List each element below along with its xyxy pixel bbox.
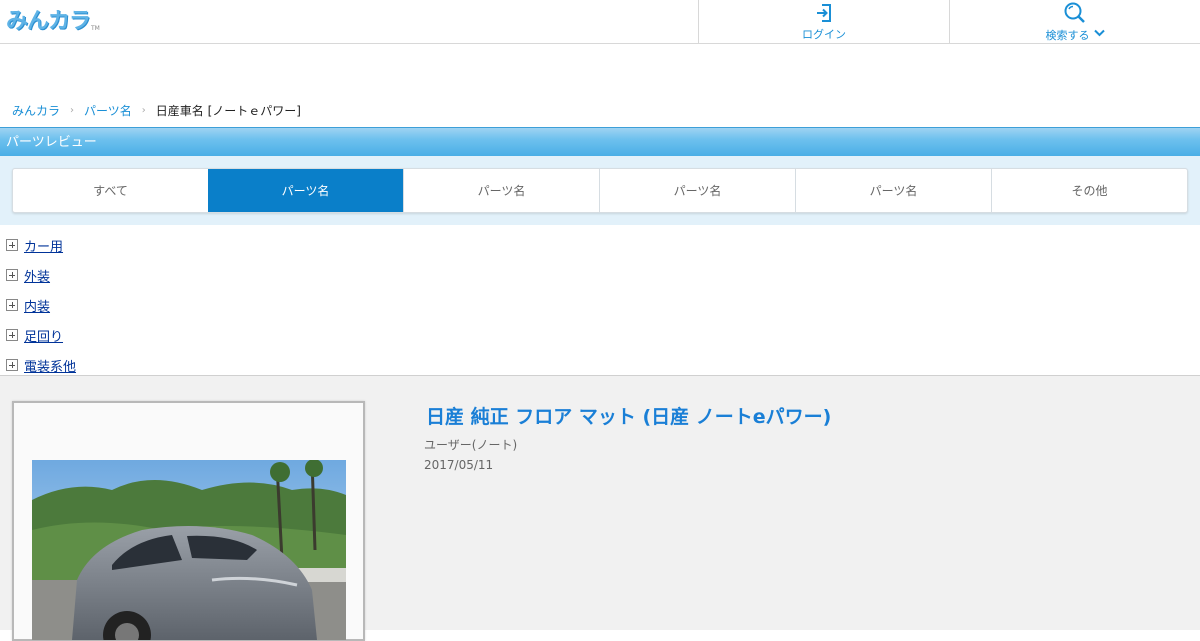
logo-text: みんカラ (6, 9, 91, 34)
chevron-down-icon (1093, 29, 1105, 40)
search-label: 検索する (1045, 28, 1090, 42)
expand-plus-icon[interactable] (6, 239, 18, 251)
category-link[interactable]: 内装 (24, 296, 50, 315)
breadcrumb: みんカラ › パーツ名 › 日産車名 [ノートｅパワー] (12, 102, 301, 118)
category-link[interactable]: カー用 (24, 236, 63, 255)
review-author: ユーザー(ノート) (424, 438, 518, 452)
tab-parts-3[interactable]: パーツ名 (599, 169, 795, 212)
expand-plus-icon[interactable] (6, 359, 18, 371)
section-title-bar: パーツレビュー (0, 127, 1200, 156)
review-date: 2017/05/11 (424, 458, 494, 472)
car-photo (32, 460, 346, 640)
review-thumbnail[interactable] (12, 401, 365, 641)
tab-parts-4[interactable]: パーツ名 (795, 169, 991, 212)
breadcrumb-link-maker[interactable]: パーツ名 (84, 102, 132, 119)
tab-all[interactable]: すべて (13, 169, 208, 212)
tab-parts-active[interactable]: パーツ名 (208, 169, 403, 212)
category-link[interactable]: 外装 (24, 266, 50, 285)
review-title-link[interactable]: 日産 純正 フロア マット (日産 ノートeパワー) (426, 402, 831, 429)
tab-other[interactable]: その他 (991, 169, 1187, 212)
category-item: 外装 (6, 260, 76, 290)
category-link[interactable]: 電装系他 (24, 356, 76, 375)
breadcrumb-separator-icon: › (141, 104, 146, 116)
search-icon (1063, 2, 1087, 27)
expand-plus-icon[interactable] (6, 329, 18, 341)
logo-trademark: TM (91, 25, 100, 32)
expand-plus-icon[interactable] (6, 299, 18, 311)
category-item: カー用 (6, 230, 76, 260)
tab-parts-2[interactable]: パーツ名 (403, 169, 599, 212)
site-header: みんカラ TM ログイン 検索する (0, 0, 1200, 44)
breadcrumb-separator-icon: › (70, 104, 75, 116)
login-icon (815, 3, 833, 26)
site-logo[interactable]: みんカラ TM (6, 8, 100, 34)
category-item: 足回り (6, 320, 76, 350)
category-list: カー用 外装 内装 足回り 電装系他 (6, 230, 76, 380)
category-tabs: すべて パーツ名 パーツ名 パーツ名 パーツ名 その他 (12, 168, 1188, 213)
tabs-area: すべて パーツ名 パーツ名 パーツ名 パーツ名 その他 (0, 156, 1200, 225)
breadcrumb-link-home[interactable]: みんカラ (12, 102, 60, 119)
login-label: ログイン (802, 27, 846, 41)
expand-plus-icon[interactable] (6, 269, 18, 281)
search-button[interactable]: 検索する (949, 0, 1200, 44)
category-link[interactable]: 足回り (24, 326, 63, 345)
login-button[interactable]: ログイン (698, 0, 949, 44)
category-item: 内装 (6, 290, 76, 320)
review-entry: 日産 純正 フロア マット (日産 ノートeパワー) ユーザー(ノート) 201… (0, 375, 1200, 641)
breadcrumb-current: 日産車名 [ノートｅパワー] (155, 103, 301, 118)
